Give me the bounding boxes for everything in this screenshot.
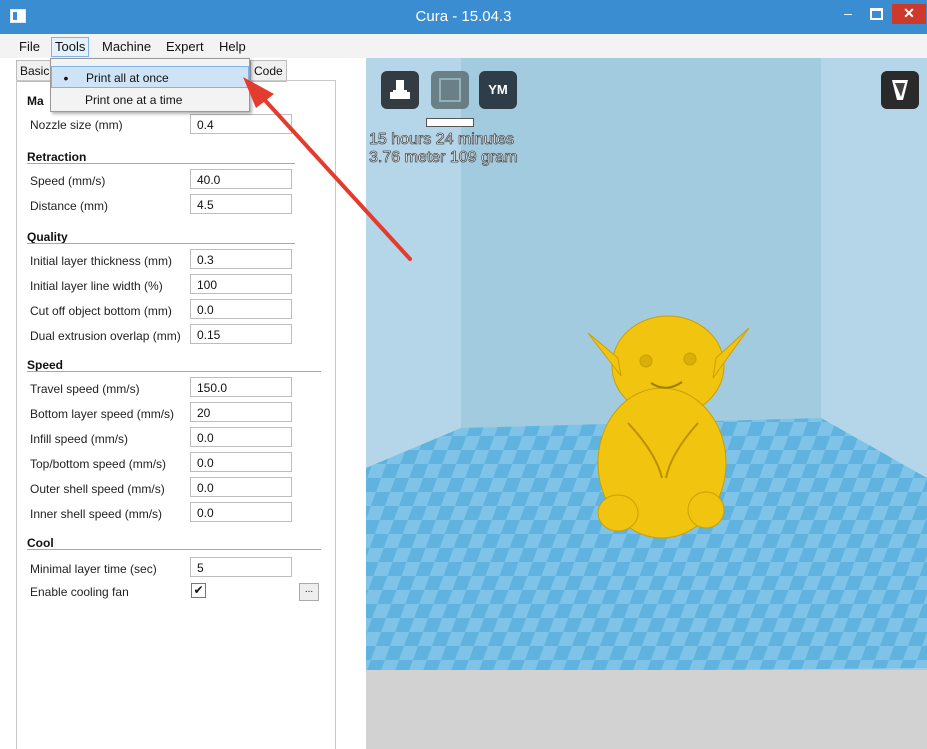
section-cool: Cool <box>27 536 54 550</box>
nozzle-size-field[interactable]: 0.4 <box>190 114 292 134</box>
view-mode-button[interactable] <box>881 71 919 109</box>
outer-shell-speed-label: Outer shell speed (mm/s) <box>30 482 165 496</box>
close-button[interactable]: ✕ <box>892 4 926 24</box>
retraction-speed-field[interactable]: 40.0 <box>190 169 292 189</box>
cut-off-bottom-field[interactable]: 0.0 <box>190 299 292 319</box>
cut-off-bottom-label: Cut off object bottom (mm) <box>30 304 172 318</box>
bottom-layer-speed-field[interactable]: 20 <box>190 402 292 422</box>
section-machine: Ma <box>27 94 44 108</box>
retraction-distance-field[interactable]: 4.5 <box>190 194 292 214</box>
minimize-button[interactable]: – <box>834 4 862 24</box>
bottom-layer-speed-label: Bottom layer speed (mm/s) <box>30 407 175 421</box>
section-divider <box>27 243 295 244</box>
initial-layer-thickness-label: Initial layer thickness (mm) <box>30 254 173 268</box>
tab-basic[interactable]: Basic <box>16 60 54 82</box>
dual-overlap-field[interactable]: 0.15 <box>190 324 292 344</box>
menu-item-label: Print one at a time <box>85 93 183 107</box>
section-divider <box>27 371 321 372</box>
selected-bullet-icon: • <box>63 70 69 86</box>
outer-shell-speed-field[interactable]: 0.0 <box>190 477 292 497</box>
travel-speed-label: Travel speed (mm/s) <box>30 382 140 396</box>
infill-speed-label: Infill speed (mm/s) <box>30 432 129 446</box>
initial-layer-width-field[interactable]: 100 <box>190 274 292 294</box>
tools-dropdown-menu: • Print all at once Print one at a time <box>50 58 250 112</box>
menu-expert[interactable]: Expert <box>163 38 207 56</box>
inner-shell-speed-field[interactable]: 0.0 <box>190 502 292 522</box>
menu-item-print-one-at-a-time[interactable]: Print one at a time <box>51 89 249 111</box>
minimal-layer-time-label: Minimal layer time (sec) <box>30 562 157 576</box>
retraction-speed-label: Speed (mm/s) <box>30 174 106 188</box>
infill-speed-field[interactable]: 0.0 <box>190 427 292 447</box>
menu-help[interactable]: Help <box>216 38 249 56</box>
cooling-fan-more-button[interactable]: ... <box>299 583 319 601</box>
initial-layer-width-label: Initial layer line width (%) <box>30 279 163 293</box>
print-time-text: 15 hours 24 minutes <box>369 131 515 149</box>
cooling-fan-checkbox[interactable]: ✔ <box>191 583 206 598</box>
tab-start-end-gcode[interactable]: Code <box>250 60 287 82</box>
section-quality: Quality <box>27 230 68 244</box>
view-mode-icon <box>892 80 908 100</box>
menu-machine[interactable]: Machine <box>99 38 154 56</box>
save-gcode-button[interactable] <box>431 71 469 109</box>
slice-progress-bar <box>426 118 474 127</box>
cooling-fan-label: Enable cooling fan <box>30 585 129 599</box>
minimal-layer-time-field[interactable]: 5 <box>190 557 292 577</box>
dual-overlap-label: Dual extrusion overlap (mm) <box>30 329 181 343</box>
load-icon <box>390 80 410 99</box>
top-bottom-speed-label: Top/bottom speed (mm/s) <box>30 457 167 471</box>
section-divider <box>27 549 321 550</box>
menu-tools[interactable]: Tools <box>51 37 90 57</box>
load-model-button[interactable] <box>381 71 419 109</box>
nozzle-size-label: Nozzle size (mm) <box>30 118 123 132</box>
section-speed: Speed <box>27 358 64 372</box>
maximize-button[interactable] <box>862 4 890 24</box>
retraction-distance-label: Distance (mm) <box>30 199 109 213</box>
section-divider <box>27 163 295 164</box>
top-bottom-speed-field[interactable]: 0.0 <box>190 452 292 472</box>
inner-shell-speed-label: Inner shell speed (mm/s) <box>30 507 163 521</box>
youmagine-button[interactable]: YM <box>479 71 517 109</box>
sd-card-icon <box>439 78 461 102</box>
travel-speed-field[interactable]: 150.0 <box>190 377 292 397</box>
menu-file[interactable]: File <box>16 38 43 56</box>
menu-item-print-all-at-once[interactable]: • Print all at once <box>51 66 249 88</box>
print-material-text: 3.76 meter 109 gram <box>369 149 518 167</box>
title-bar: Cura - 15.04.3 – ✕ <box>0 0 927 34</box>
menu-item-label: Print all at once <box>86 71 169 85</box>
initial-layer-thickness-field[interactable]: 0.3 <box>190 249 292 269</box>
menu-bar: File Tools Machine Expert Help <box>0 34 927 58</box>
window-title: Cura - 15.04.3 <box>415 8 512 25</box>
section-retraction: Retraction <box>27 150 87 164</box>
3d-viewport[interactable]: YM 15 hours 24 minutes 3.76 meter 109 gr… <box>366 58 927 749</box>
